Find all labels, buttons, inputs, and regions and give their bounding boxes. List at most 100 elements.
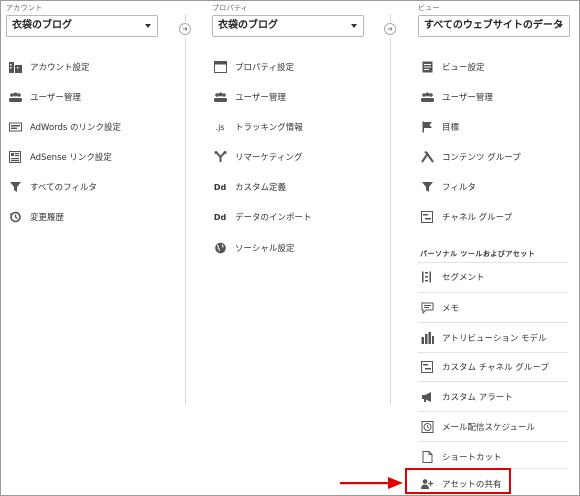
bar-chart-icon [420,332,434,344]
divider [418,441,568,442]
users-icon [213,91,227,103]
view-selector[interactable]: すべてのウェブサイトのデータ [418,15,570,37]
doc-icon [420,451,434,463]
arrow-right-icon: ➜ [384,23,396,35]
chevron-down-icon [557,24,563,28]
account-user-management-label: ユーザー管理 [30,93,81,103]
channel-grouping-label: チャネル グループ [442,213,513,223]
view-selected-value: すべてのウェブサイトのデータ [424,20,563,31]
property-selected-value: 衣袋のブログ [218,20,278,31]
property-column-label: プロパティ [212,4,249,12]
view-column-label: ビュー [418,4,440,12]
channel-grouping-link[interactable]: チャネル グループ [420,208,512,226]
data-import-link[interactable]: Dd データのインポート [213,208,312,226]
account-settings-label: アカウント設定 [30,63,90,73]
column-divider [185,38,186,404]
shortcuts-link[interactable]: ショートカット [420,448,502,466]
users-icon [420,91,434,103]
data-import-label: データのインポート [235,213,312,223]
red-arrow-icon [340,477,403,489]
view-filters-link[interactable]: フィルタ [420,178,476,196]
dd-icon: Dd [213,212,227,222]
property-user-management-link[interactable]: ユーザー管理 [213,88,286,106]
change-history-link[interactable]: 変更履歴 [8,208,64,226]
custom-channel-grouping-label: カスタム チャネル グループ [442,363,549,373]
custom-definitions-link[interactable]: Dd カスタム定義 [213,178,286,196]
view-user-management-label: ユーザー管理 [442,93,493,103]
dd-icon: Dd [213,182,227,192]
property-settings-link[interactable]: プロパティ設定 [213,58,294,76]
scheduled-emails-link[interactable]: メール配信スケジュール [420,418,535,436]
view-settings-link[interactable]: ビュー設定 [420,58,485,76]
remarketing-label: リマーケティング [235,153,303,163]
filter-icon [420,181,434,193]
remarketing-link[interactable]: リマーケティング [213,148,302,166]
adsense-link-settings-link[interactable]: AdSense リンク設定 [8,148,112,166]
all-filters-link[interactable]: すべてのフィルタ [8,178,97,196]
content-grouping-link[interactable]: コンテンツ グループ [420,148,521,166]
goals-link[interactable]: 目標 [420,118,459,136]
custom-channel-grouping-link[interactable]: カスタム チャネル グループ [420,358,549,376]
social-settings-label: ソーシャル設定 [235,244,295,254]
chevron-down-icon [145,24,151,28]
content-grouping-label: コンテンツ グループ [442,153,521,163]
social-settings-link[interactable]: ソーシャル設定 [213,239,294,257]
account-settings-link[interactable]: アカウント設定 [8,58,90,76]
account-user-management-link[interactable]: ユーザー管理 [8,88,81,106]
users-icon [8,91,22,103]
custom-alerts-link[interactable]: カスタム アラート [420,388,513,406]
flag-icon [420,121,434,133]
segments-label: セグメント [442,273,485,283]
channel-icon [420,211,434,223]
property-settings-label: プロパティ設定 [235,63,294,73]
adwords-link-settings-label: AdWords のリンク設定 [30,123,122,133]
filter-icon [8,181,22,193]
chevron-down-icon [351,24,357,28]
annotations-label: メモ [442,304,460,314]
divider [418,322,568,323]
highlight-box [405,468,511,494]
account-column-label: アカウント [6,4,43,12]
goals-label: 目標 [442,123,460,133]
divider [418,381,568,382]
view-settings-label: ビュー設定 [442,63,485,73]
segments-link[interactable]: セグメント [420,268,485,286]
personal-tools-heading: パーソナル ツールおよびアセット [420,250,536,258]
arrow-right-icon: ➜ [179,23,191,35]
adwords-link-settings-link[interactable]: AdWords のリンク設定 [8,118,121,136]
custom-definitions-label: カスタム定義 [235,183,287,193]
view-user-management-link[interactable]: ユーザー管理 [420,88,493,106]
globe-icon [213,242,227,254]
divider [418,292,568,293]
memo-icon [420,302,434,314]
adsense-link-settings-label: AdSense リンク設定 [30,153,112,163]
column-divider [390,14,391,22]
divider [418,262,568,263]
shortcuts-label: ショートカット [442,453,502,463]
attribution-models-label: アトリビューション モデル [442,334,547,344]
remarketing-icon [213,151,227,163]
window-icon [213,61,227,73]
building-icon [8,61,22,73]
megaphone-icon [420,391,434,403]
adwords-icon [8,121,22,133]
clock-icon [420,421,434,433]
property-selector[interactable]: 衣袋のブログ [212,15,364,37]
history-icon [8,211,22,223]
adsense-icon [8,151,22,163]
scheduled-emails-label: メール配信スケジュール [442,423,535,433]
divider [418,411,568,412]
channel-icon [420,361,434,373]
custom-alerts-label: カスタム アラート [442,393,513,403]
view-filters-label: フィルタ [442,183,476,193]
attribution-models-link[interactable]: アトリビューション モデル [420,329,547,347]
account-selected-value: 衣袋のブログ [12,20,72,31]
change-history-label: 変更履歴 [30,213,65,223]
tracking-info-link[interactable]: .js トラッキング情報 [213,118,303,136]
divider [418,352,568,353]
content-group-icon [420,151,434,163]
js-icon: .js [215,122,225,132]
tracking-info-label: トラッキング情報 [235,123,303,133]
annotations-link[interactable]: メモ [420,299,459,317]
account-selector[interactable]: 衣袋のブログ [6,15,158,37]
